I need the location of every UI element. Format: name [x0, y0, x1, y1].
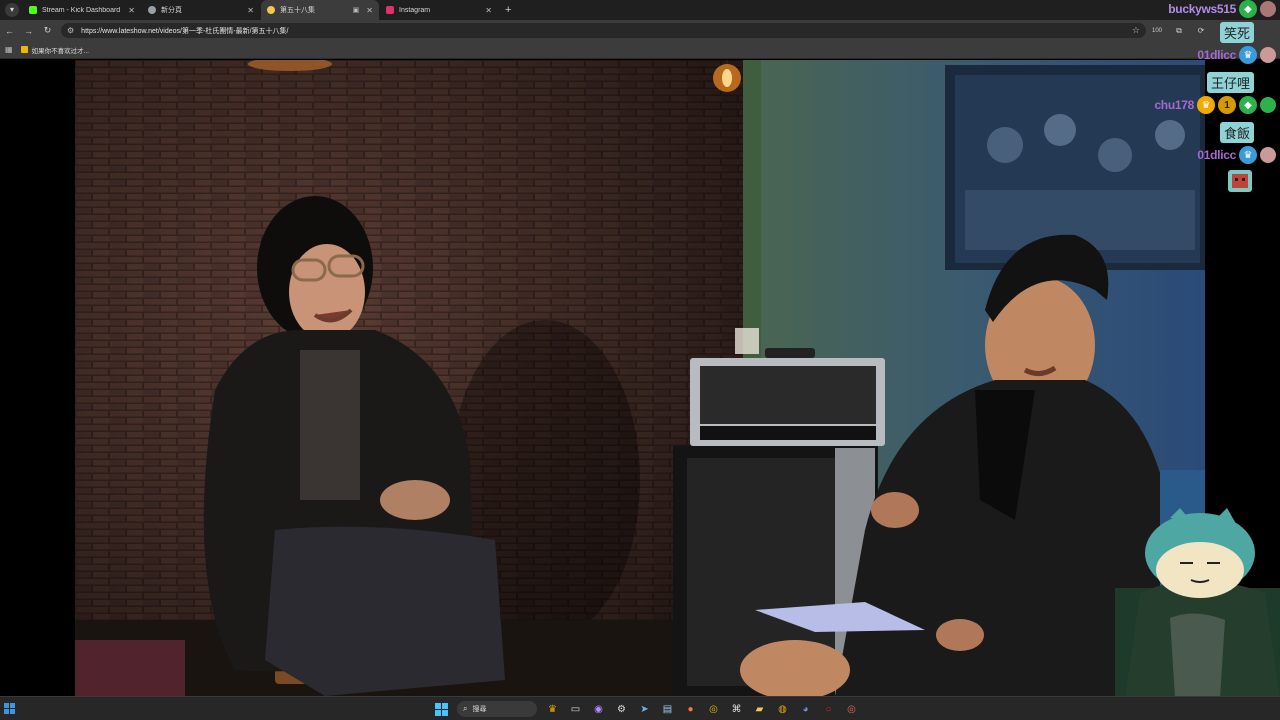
- search-icon: ⌕: [463, 704, 468, 713]
- crown-gold-icon: ♛: [1197, 96, 1215, 114]
- emote-image: [1228, 170, 1252, 192]
- start-icon[interactable]: [432, 699, 452, 719]
- tab-new-tab[interactable]: 新分頁 ✕: [142, 0, 260, 20]
- widgets-icon[interactable]: ♛: [543, 699, 563, 719]
- tab-strip: ▾ Stream - Kick Dashboard ✕ 新分頁 ✕ 第五十八集 …: [0, 0, 1280, 20]
- instagram-icon: [386, 6, 394, 14]
- bookmark-label: 如果你不喜欢过才...: [31, 47, 89, 55]
- new-tab-button[interactable]: +: [505, 4, 511, 16]
- chat-username: 01dlicc: [1197, 148, 1236, 162]
- chat-message: 01dlicc ♛: [1197, 46, 1276, 64]
- one-badge-icon: 1: [1218, 96, 1236, 114]
- stream-chat-overlay: buckyws515 ◆ 笑死 01dlicc ♛ 王仔哩 chu178 ♛ 1…: [1090, 0, 1280, 200]
- chrome-canary-icon[interactable]: ◎: [842, 699, 862, 719]
- store-icon[interactable]: ▤: [658, 699, 678, 719]
- picture-in-picture-icon[interactable]: ▣: [353, 6, 360, 14]
- chrome-icon: [148, 6, 156, 14]
- url-text[interactable]: https://www.lateshow.net/videos/第一季-杜氏團情…: [81, 26, 288, 36]
- browser-toolbar: ← → ↻ ⚙ https://www.lateshow.net/videos/…: [0, 20, 1280, 41]
- chat-message: buckyws515 ◆: [1168, 0, 1276, 18]
- avatar: [1260, 1, 1276, 17]
- chat-message-text: 王仔哩: [1206, 72, 1254, 93]
- tab-title: Stream - Kick Dashboard: [42, 6, 121, 14]
- bookmarks-bar: ▦ 如果你不喜欢过才...: [0, 41, 1280, 59]
- copilot-icon[interactable]: ◉: [589, 699, 609, 719]
- tab-title: Instagram: [399, 6, 431, 14]
- close-icon[interactable]: ✕: [247, 6, 254, 15]
- taskbar-search[interactable]: ⌕ 搜尋: [457, 701, 537, 717]
- chat-username: 01dlicc: [1197, 48, 1236, 62]
- tab-kick-dashboard[interactable]: Stream - Kick Dashboard ✕: [23, 0, 141, 20]
- crown-badge-icon: ♛: [1239, 46, 1257, 64]
- tab-instagram[interactable]: Instagram ✕: [380, 0, 498, 20]
- address-bar[interactable]: ⚙ https://www.lateshow.net/videos/第一季-杜氏…: [61, 23, 1146, 38]
- windows-taskbar: ⌕ 搜尋 ♛ ▭ ◉ ⚙ ➤ ▤ ● ◎ ⌘ ▰ ◍ ◕ ○ ◎: [0, 696, 1280, 720]
- video-frame: [75, 60, 1205, 696]
- chat-username: chu178: [1154, 98, 1194, 112]
- bookmark-item[interactable]: 如果你不喜欢过才...: [20, 45, 89, 55]
- streamer-webcam: [1115, 508, 1280, 698]
- folder-icon[interactable]: ▰: [750, 699, 770, 719]
- kick-icon: [29, 6, 37, 14]
- avatar: [1260, 47, 1276, 63]
- chat-message: chu178 ♛ 1 ◆: [1154, 96, 1276, 114]
- close-icon[interactable]: ✕: [485, 6, 492, 15]
- crown-badge-icon: ♛: [1239, 146, 1257, 164]
- tab-title: 新分頁: [161, 7, 182, 14]
- verified-badge-icon: ◆: [1239, 96, 1257, 114]
- chat-username: buckyws515: [1168, 2, 1236, 16]
- bittorrent-icon[interactable]: ◍: [773, 699, 793, 719]
- screen: ▾ Stream - Kick Dashboard ✕ 新分頁 ✕ 第五十八集 …: [0, 0, 1280, 720]
- talk-show-scene: [75, 60, 1205, 696]
- verified-badge-icon: ◆: [1239, 0, 1257, 18]
- avatar: [1260, 147, 1276, 163]
- tab-search-button[interactable]: ▾: [5, 3, 19, 17]
- apps-icon[interactable]: ▦: [5, 45, 13, 54]
- reload-icon[interactable]: ↻: [38, 25, 57, 36]
- settings-icon[interactable]: ⚙: [612, 699, 632, 719]
- chrome-icon[interactable]: ◎: [704, 699, 724, 719]
- discord-icon[interactable]: ◕: [796, 699, 816, 719]
- taskbar-center: ⌕ 搜尋 ♛ ▭ ◉ ⚙ ➤ ▤ ● ◎ ⌘ ▰ ◍ ◕ ○ ◎: [430, 699, 863, 719]
- file-explorer-icon[interactable]: ▭: [566, 699, 586, 719]
- close-icon[interactable]: ✕: [366, 6, 373, 15]
- chat-message-text: 食飯: [1219, 122, 1254, 143]
- lateshow-icon: [267, 6, 275, 14]
- chat-message-text: 笑死: [1219, 22, 1254, 43]
- chat-message: 01dlicc ♛: [1197, 146, 1276, 164]
- tab-title: 第五十八集: [280, 7, 315, 14]
- site-info-icon[interactable]: ⚙: [67, 26, 74, 35]
- forward-icon[interactable]: →: [19, 26, 38, 36]
- close-icon[interactable]: ✕: [128, 6, 135, 15]
- steam-icon[interactable]: ➤: [635, 699, 655, 719]
- avatar: [1260, 97, 1276, 113]
- widgets-button[interactable]: [0, 702, 20, 715]
- video-player[interactable]: buckyws515 ◆ 笑死 01dlicc ♛ 王仔哩 chu178 ♛ 1…: [0, 0, 1280, 698]
- tab-episode-58[interactable]: 第五十八集 ▣ ✕: [261, 0, 379, 20]
- bookmark-favicon-icon: [20, 46, 28, 53]
- opera-icon[interactable]: ○: [819, 699, 839, 719]
- firefox-icon[interactable]: ●: [681, 699, 701, 719]
- back-icon[interactable]: ←: [0, 26, 19, 36]
- capcut-icon[interactable]: ⌘: [727, 699, 747, 719]
- search-placeholder: 搜尋: [472, 706, 487, 713]
